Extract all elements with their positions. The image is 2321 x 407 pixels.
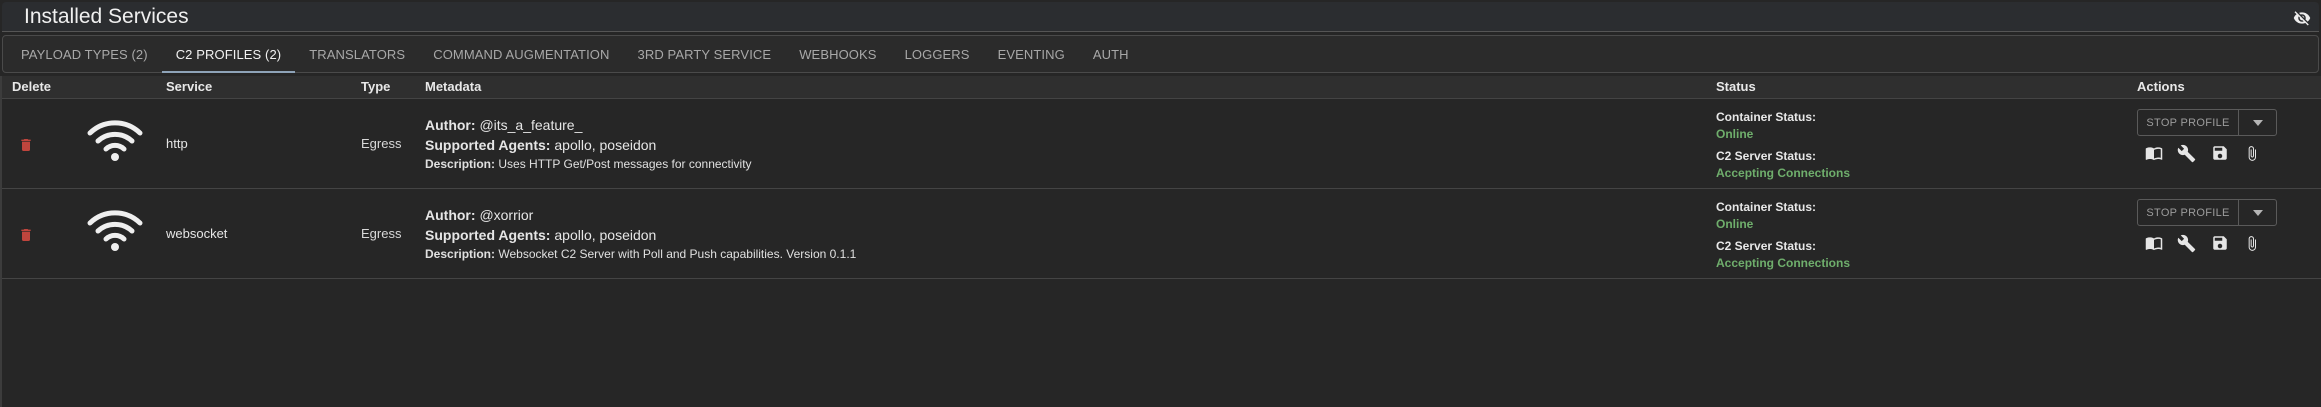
tab-eventing[interactable]: EVENTING bbox=[984, 36, 1079, 72]
container-status-label: Container Status: bbox=[1716, 200, 1817, 214]
column-header-type: Type bbox=[361, 79, 391, 94]
service-status: Container Status: Online C2 Server Statu… bbox=[1716, 199, 1850, 272]
tab-command-augmentation[interactable]: COMMAND AUGMENTATION bbox=[419, 36, 623, 72]
description-label: Description: bbox=[425, 247, 496, 261]
supported-agents-value: apollo, poseidon bbox=[554, 227, 657, 243]
supported-agents-label: Supported Agents: bbox=[425, 137, 551, 153]
tab-auth[interactable]: AUTH bbox=[1079, 36, 1143, 72]
wifi-icon bbox=[86, 209, 144, 256]
save-icon[interactable] bbox=[2211, 232, 2244, 254]
service-metadata: Author: @xorrior Supported Agents: apoll… bbox=[425, 205, 856, 262]
eye-off-icon[interactable] bbox=[2291, 7, 2313, 29]
tab-webhooks[interactable]: WEBHOOKS bbox=[785, 36, 890, 72]
container-status-label: Container Status: bbox=[1716, 110, 1817, 124]
tab-translators[interactable]: TRANSLATORS bbox=[295, 36, 419, 72]
column-header-metadata: Metadata bbox=[425, 79, 482, 94]
chevron-down-icon[interactable] bbox=[2238, 110, 2276, 135]
attachment-icon[interactable] bbox=[2244, 232, 2277, 254]
attachment-icon[interactable] bbox=[2244, 142, 2277, 164]
column-header-delete: Delete bbox=[12, 79, 52, 94]
c2-server-status-label: C2 Server Status: bbox=[1716, 239, 1817, 253]
chevron-down-icon[interactable] bbox=[2238, 200, 2276, 225]
container-status-value: Online bbox=[1716, 127, 1754, 141]
wifi-icon bbox=[86, 119, 144, 166]
table-row: http Egress Author: @its_a_feature_ Supp… bbox=[0, 99, 2321, 189]
stop-profile-button[interactable]: STOP PROFILE bbox=[2138, 200, 2238, 225]
book-icon[interactable] bbox=[2144, 232, 2177, 254]
supported-agents-value: apollo, poseidon bbox=[554, 137, 657, 153]
stop-profile-button-group: STOP PROFILE bbox=[2137, 199, 2277, 226]
author-value: @xorrior bbox=[479, 207, 534, 223]
tab-payload-types[interactable]: PAYLOAD TYPES (2) bbox=[7, 36, 162, 72]
table-header: Delete Service Type Metadata Status Acti… bbox=[0, 76, 2321, 99]
container-status-value: Online bbox=[1716, 217, 1754, 231]
save-icon[interactable] bbox=[2211, 142, 2244, 164]
c2-server-status-value: Accepting Connections bbox=[1716, 256, 1851, 270]
wrench-icon[interactable] bbox=[2177, 232, 2210, 254]
tab-3rd-party-service[interactable]: 3RD PARTY SERVICE bbox=[624, 36, 786, 72]
column-header-status: Status bbox=[1716, 79, 1756, 94]
service-name: http bbox=[166, 136, 188, 151]
author-label: Author: bbox=[425, 207, 476, 223]
service-name: websocket bbox=[166, 226, 228, 241]
wrench-icon[interactable] bbox=[2177, 142, 2210, 164]
c2-server-status-value: Accepting Connections bbox=[1716, 166, 1851, 180]
stop-profile-button-group: STOP PROFILE bbox=[2137, 109, 2277, 136]
description-value: Websocket C2 Server with Poll and Push c… bbox=[498, 247, 857, 261]
author-label: Author: bbox=[425, 117, 476, 133]
page-header: Installed Services bbox=[2, 2, 2319, 32]
description-label: Description: bbox=[425, 157, 496, 171]
page-title: Installed Services bbox=[24, 4, 189, 28]
c2-profiles-table: Delete Service Type Metadata Status Acti… bbox=[0, 76, 2321, 279]
book-icon[interactable] bbox=[2144, 142, 2177, 164]
supported-agents-label: Supported Agents: bbox=[425, 227, 551, 243]
service-status: Container Status: Online C2 Server Statu… bbox=[1716, 109, 1850, 182]
c2-server-status-label: C2 Server Status: bbox=[1716, 149, 1817, 163]
column-header-actions: Actions bbox=[2137, 79, 2185, 94]
row-actions: STOP PROFILE bbox=[2137, 199, 2277, 254]
description-value: Uses HTTP Get/Post messages for connecti… bbox=[498, 157, 752, 171]
row-actions: STOP PROFILE bbox=[2137, 109, 2277, 164]
column-header-service: Service bbox=[166, 79, 213, 94]
stop-profile-button[interactable]: STOP PROFILE bbox=[2138, 110, 2238, 135]
tab-c2-profiles[interactable]: C2 PROFILES (2) bbox=[161, 36, 296, 73]
delete-icon[interactable] bbox=[18, 226, 34, 244]
author-value: @its_a_feature_ bbox=[479, 117, 583, 133]
table-row: websocket Egress Author: @xorrior Suppor… bbox=[0, 189, 2321, 279]
left-divider bbox=[0, 76, 2, 407]
service-type: Egress bbox=[361, 136, 402, 151]
tab-loggers[interactable]: LOGGERS bbox=[891, 36, 984, 72]
service-tabs: PAYLOAD TYPES (2) C2 PROFILES (2) TRANSL… bbox=[2, 35, 2319, 73]
service-type: Egress bbox=[361, 226, 402, 241]
service-metadata: Author: @its_a_feature_ Supported Agents… bbox=[425, 115, 752, 172]
delete-icon[interactable] bbox=[18, 136, 34, 154]
